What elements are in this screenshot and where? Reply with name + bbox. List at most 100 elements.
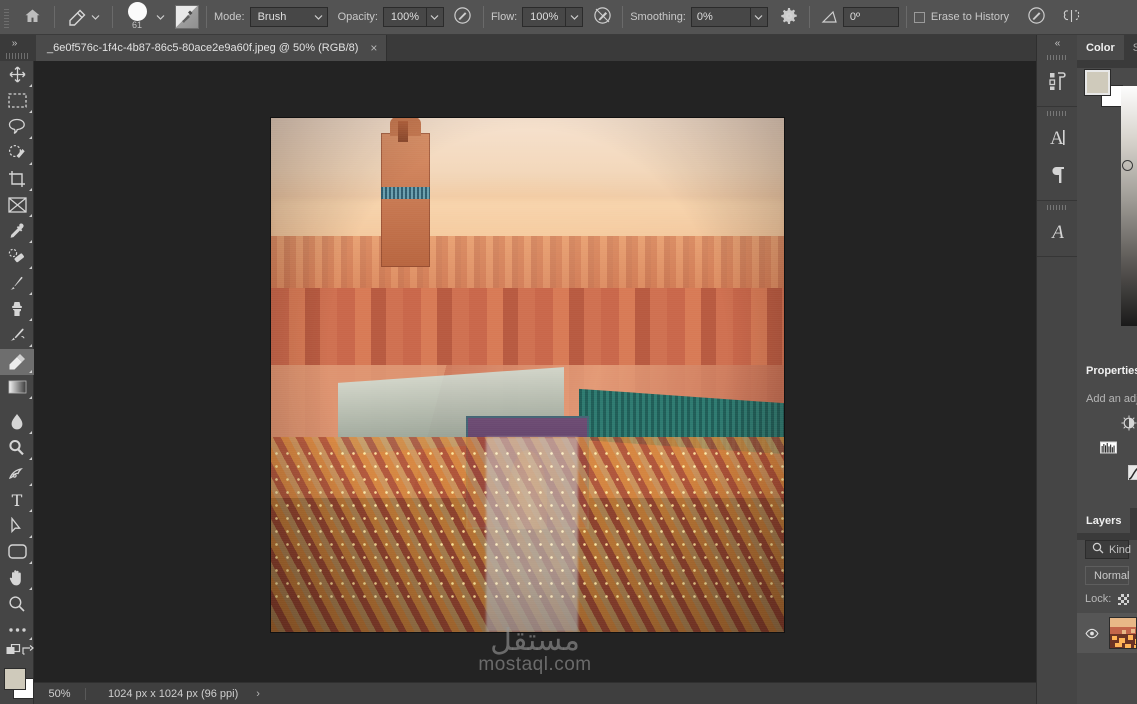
expand-arrows-icon[interactable]: » [3,36,25,50]
rail-grip-2[interactable] [1046,111,1068,116]
sidebar-item-zoom-tool[interactable] [0,592,34,618]
tab-channels[interactable]: C [1130,508,1137,533]
blend-mode-select[interactable]: Normal [1085,566,1129,585]
sidebar-item-history-brush-tool[interactable] [0,323,34,349]
tab-properties[interactable]: Properties [1077,358,1137,383]
opacity-input[interactable]: 100% [382,7,427,27]
tab-layers[interactable]: Layers [1077,508,1131,533]
layer-thumbnail [1109,617,1137,649]
artboard[interactable] [271,118,784,632]
sidebar-item-object-selection-tool[interactable] [0,141,34,167]
foreground-color-swatch[interactable] [4,668,26,690]
close-icon[interactable]: × [370,42,377,54]
paragraph-button[interactable] [1037,157,1078,195]
mode-select[interactable]: Brush [249,7,312,27]
flow-label: Flow: [490,11,518,23]
document-tab[interactable]: _6e0f576c-1f4c-4b87-86c5-80ace2e9a60f.jp… [36,35,388,61]
options-bar-grip[interactable] [2,6,11,28]
properties-panel-tabs: Properties [1077,358,1137,383]
layer-thumbnail-image [1110,618,1136,648]
pressure-size-toggle[interactable] [1023,4,1049,30]
sidebar-item-path-selection-tool[interactable] [0,514,34,540]
swap-colors-icon[interactable] [21,644,35,660]
path-arrow-icon [10,516,24,538]
sidebar-item-blur-tool[interactable] [0,410,34,436]
pressure-opacity-toggle[interactable] [450,4,476,30]
sidebar-item-rectangular-marquee-tool[interactable] [0,89,34,115]
sidebar-item-hand-tool[interactable] [0,566,34,592]
sidebar-item-brush-tool[interactable] [0,271,34,297]
mode-chevron-down-icon[interactable] [310,7,328,27]
erase-to-history-control[interactable]: Erase to History [913,11,1010,23]
tab-color[interactable]: Color [1077,35,1124,60]
current-tool-chip[interactable] [62,3,105,31]
angle-icon [817,4,843,30]
sidebar-item-type-tool[interactable]: T [0,488,34,514]
layer-filter-kind-label: Kind [1109,543,1132,556]
marquee-icon [7,93,27,111]
toolbar-dock-grip[interactable] [6,53,29,59]
color-ramp[interactable] [1121,86,1137,326]
brush-preset-picker[interactable]: 61 [120,0,154,34]
opacity-control: Opacity: 100% [338,7,444,27]
rail-grip-3[interactable] [1046,205,1068,210]
libraries-button[interactable] [1037,63,1078,101]
paragraph-panel-icon [1046,163,1070,190]
airbrush-button[interactable] [589,4,615,30]
color-picker-cursor[interactable] [1122,160,1133,171]
sidebar-item-eraser-tool[interactable] [0,349,34,375]
collapse-arrows-icon[interactable]: « [1037,35,1077,51]
sidebar-item-gradient-tool[interactable] [0,375,34,401]
smoothing-options-button[interactable] [776,4,802,30]
photoshop-window: 61 Mode: Brush Opacity: 100% Flow: 100% … [0,0,1137,704]
sidebar-item-rectangle-tool[interactable] [0,540,34,566]
sidebar-item-crop-tool[interactable] [0,167,34,193]
sidebar-item-eyedropper-tool[interactable] [0,219,34,245]
layer-filter-control[interactable]: Kind [1085,540,1132,559]
symmetry-button[interactable] [1059,4,1085,30]
erase-to-history-label: Erase to History [930,11,1010,23]
chevron-down-icon[interactable] [89,7,102,27]
rail-group-libraries [1037,55,1077,107]
screen-mode-icon[interactable] [6,643,21,660]
flow-chevron-down-icon[interactable] [566,7,584,27]
sidebar-item-move-tool[interactable] [0,63,34,89]
sidebar-item-lasso-tool[interactable] [0,115,34,141]
sidebar-item-edit-toolbar[interactable] [0,618,34,642]
curves-icon[interactable] [1128,465,1137,480]
character-button[interactable]: A [1037,119,1078,157]
flow-control: Flow: 100% [490,7,584,27]
color-panel-foreground-swatch[interactable] [1084,69,1111,96]
sidebar-item-spot-healing-brush-tool[interactable] [0,245,34,271]
tab-swatches[interactable]: Sw [1124,35,1137,60]
glyphs-button[interactable]: A [1037,213,1078,251]
opacity-chevron-down-icon[interactable] [426,7,444,27]
brightness-icon[interactable] [1121,415,1137,430]
canvas-area[interactable]: مستقل mostaql.com [34,61,1036,682]
angle-input[interactable]: 0º [842,7,899,27]
move-icon [9,66,26,86]
brush-preset-chevron-down-icon[interactable] [154,7,167,27]
rail-grip-1[interactable] [1046,55,1068,60]
zoom-level-input[interactable]: 50% [34,687,86,700]
levels-icon[interactable] [1100,440,1117,455]
hand-icon [8,569,26,590]
home-button[interactable] [17,4,47,30]
status-expand-icon[interactable]: › [256,688,260,700]
table-row[interactable] [1077,613,1137,653]
sidebar-item-frame-tool[interactable] [0,193,34,219]
transparency-lock-icon[interactable] [1118,593,1130,605]
separator-2 [112,6,113,28]
erase-to-history-checkbox[interactable] [913,11,925,23]
sidebar-item-dodge-tool[interactable] [0,436,34,462]
smoothing-chevron-down-icon[interactable] [750,7,768,27]
eye-icon[interactable] [1085,627,1099,639]
brush-settings-button[interactable] [175,5,199,29]
gradient-icon [8,380,27,397]
flow-input[interactable]: 100% [522,7,567,27]
sidebar-item-pen-tool[interactable] [0,462,34,488]
smoothing-input[interactable]: 0% [690,7,751,27]
sidebar-item-clone-stamp-tool[interactable] [0,297,34,323]
brush-settings-panel-icon [179,8,195,27]
document-image [271,118,784,632]
